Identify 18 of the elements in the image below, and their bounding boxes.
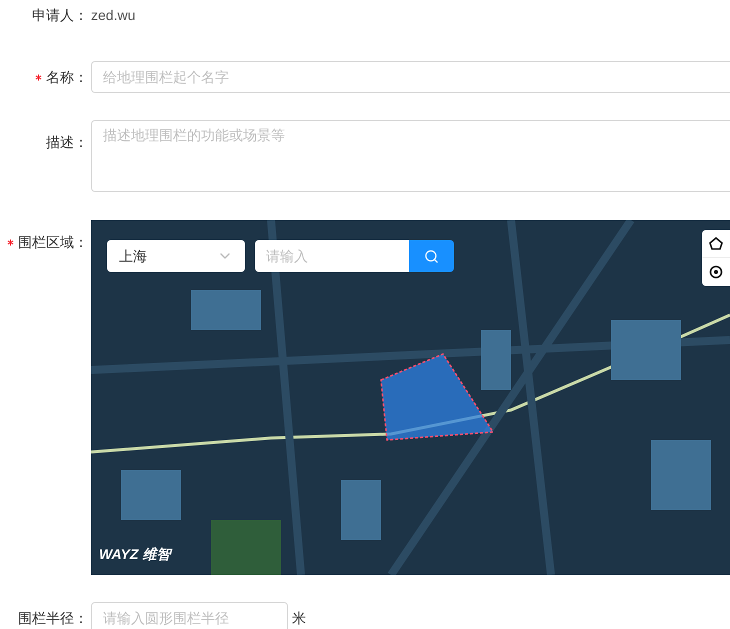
- search-button[interactable]: [409, 240, 454, 272]
- map-view[interactable]: 上海 请输入 WAYZ 维智: [91, 220, 730, 575]
- name-input[interactable]: 给地理围栏起个名字: [91, 61, 730, 93]
- applicant-value: zed.wu: [91, 6, 136, 24]
- polygon-icon: [709, 237, 723, 250]
- description-textarea[interactable]: 描述地理围栏的功能或场景等: [91, 120, 730, 192]
- map-search-input[interactable]: 请输入: [255, 240, 409, 272]
- map-logo: WAYZ 维智: [99, 545, 170, 564]
- field-label: 申请人：: [32, 6, 88, 24]
- field-label: 围栏半径：: [18, 608, 88, 628]
- search-icon: [424, 248, 439, 264]
- city-select[interactable]: 上海: [107, 240, 245, 272]
- field-label: 名称：: [46, 68, 88, 86]
- radius-input[interactable]: 请输入圆形围栏半径: [91, 602, 288, 629]
- circle-target-icon: [709, 265, 723, 279]
- field-label: 围栏区域：: [18, 233, 88, 252]
- field-label: 描述：: [46, 133, 88, 152]
- unit-label: 米: [292, 608, 306, 628]
